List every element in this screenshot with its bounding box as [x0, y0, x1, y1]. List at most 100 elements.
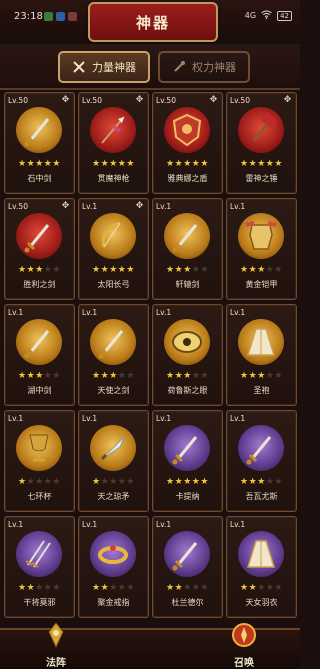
- artifact-card[interactable]: Lv.1 ★★★★★ 卡提纳: [152, 410, 223, 512]
- artifact-name: 贯魔神枪: [97, 174, 130, 183]
- star-empty-icon: ★: [183, 583, 192, 593]
- artifact-orb: [238, 107, 284, 153]
- star-filled-icon: ★: [92, 265, 101, 275]
- star-filled-icon: ★: [100, 583, 110, 593]
- artifact-card[interactable]: Lv.1 ★★★★★ 天女羽衣: [226, 516, 297, 618]
- star-filled-icon: ★: [257, 371, 266, 381]
- artifact-card[interactable]: Lv.50 ✥ ★★★★★ 石中剑: [4, 92, 75, 194]
- star-filled-icon: ★: [109, 371, 118, 381]
- star-rating: ★★★★★: [5, 159, 74, 169]
- artifact-card[interactable]: Lv.1 ★★★★★ 天使之剑: [78, 304, 149, 406]
- artifact-name: 雅典娜之盾: [167, 174, 208, 183]
- network-type: 4G: [244, 11, 257, 20]
- artifact-card[interactable]: Lv.1 ★★★★★ 圣袍: [226, 304, 297, 406]
- star-empty-icon: ★: [52, 265, 61, 275]
- star-filled-icon: ★: [92, 371, 101, 381]
- artifact-level: Lv.1: [156, 414, 172, 423]
- star-filled-icon: ★: [257, 265, 266, 275]
- artifact-card[interactable]: Lv.1 ✥ ★★★★★ 太阳长弓: [78, 198, 149, 300]
- star-empty-icon: ★: [35, 477, 44, 487]
- star-filled-icon: ★: [240, 265, 249, 275]
- app-notification-icon: [68, 12, 77, 21]
- star-rating: ★★★★★: [79, 371, 148, 381]
- tab-label: 权力神器: [192, 61, 236, 74]
- artifact-card[interactable]: Lv.1 ★★★★★ 湖中剑: [4, 304, 75, 406]
- artifact-name: 天女羽衣: [245, 598, 278, 607]
- star-filled-icon: ★: [248, 159, 258, 169]
- artifact-card[interactable]: Lv.1 ★★★★★ 干将莫邪: [4, 516, 75, 618]
- artifact-name: 荷鲁斯之眼: [167, 386, 208, 395]
- star-filled-icon: ★: [35, 371, 44, 381]
- star-rating: ★★★★★: [153, 477, 222, 487]
- star-filled-icon: ★: [92, 159, 101, 169]
- star-filled-icon: ★: [240, 159, 249, 169]
- star-filled-icon: ★: [126, 159, 135, 169]
- artifact-card[interactable]: Lv.1 ★★★★★ 聚金戒指: [78, 516, 149, 618]
- app-notification-icon: [56, 12, 65, 21]
- artifact-orb: [90, 319, 136, 365]
- star-filled-icon: ★: [248, 371, 258, 381]
- sword-icon: [246, 436, 272, 465]
- star-filled-icon: ★: [18, 371, 27, 381]
- artifact-orb: [164, 531, 210, 577]
- star-filled-icon: ★: [248, 583, 258, 593]
- star-filled-icon: ★: [166, 477, 175, 487]
- artifact-name: 胜利之剑: [23, 280, 56, 289]
- artifact-card[interactable]: Lv.50 ✥ ★★★★★ 雷神之锤: [226, 92, 297, 194]
- artifact-card[interactable]: Lv.1 ★★★★★ 轩辕剑: [152, 198, 223, 300]
- app-notification-icon: [44, 12, 53, 21]
- summon-button[interactable]: 召唤: [214, 622, 274, 669]
- artifact-name: 聚金戒指: [97, 598, 130, 607]
- star-empty-icon: ★: [35, 583, 44, 593]
- artifact-card[interactable]: Lv.1 ★★★★★ 杜兰德尔: [152, 516, 223, 618]
- bottom-nav: 法阵 召唤: [0, 622, 300, 669]
- artifact-orb: [238, 213, 284, 259]
- artifact-level: Lv.50: [8, 96, 28, 105]
- cross-swords-icon: [73, 61, 85, 73]
- artifact-level: Lv.50: [230, 96, 250, 105]
- hammer-icon: [252, 112, 277, 142]
- artifact-card[interactable]: Lv.50 ✥ ★★★★★ 贯魔神枪: [78, 92, 149, 194]
- artifact-level: Lv.1: [230, 520, 246, 529]
- star-rating: ★★★★★: [79, 477, 148, 487]
- artifact-name: 七环杯: [27, 492, 52, 501]
- star-filled-icon: ★: [174, 371, 184, 381]
- artifact-level: Lv.50: [8, 202, 28, 211]
- artifact-card[interactable]: Lv.1 ★★★★★ 吾瓦尤斯: [226, 410, 297, 512]
- awaken-badge-icon: ✥: [135, 201, 144, 211]
- star-rating: ★★★★★: [5, 477, 74, 487]
- star-filled-icon: ★: [248, 265, 258, 275]
- notification-icons: [44, 12, 77, 21]
- artifact-card[interactable]: Lv.1 ★★★★★ 七环杯: [4, 410, 75, 512]
- artifact-orb: [16, 319, 62, 365]
- artifact-card[interactable]: Lv.50 ✥ ★★★★★ 胜利之剑: [4, 198, 75, 300]
- artifact-card[interactable]: Lv.1 ★★★★★ 天之琼矛: [78, 410, 149, 512]
- artifact-level: Lv.1: [230, 308, 246, 317]
- star-filled-icon: ★: [35, 265, 44, 275]
- artifact-orb: [16, 531, 62, 577]
- artifact-card[interactable]: Lv.1 ★★★★★ 黄金铠甲: [226, 198, 297, 300]
- star-empty-icon: ★: [200, 583, 209, 593]
- formation-button[interactable]: 法阵: [26, 622, 86, 669]
- awaken-badge-icon: ✥: [61, 95, 70, 105]
- page-title: 神器: [135, 14, 170, 32]
- awaken-badge-icon: ✥: [135, 95, 144, 105]
- star-filled-icon: ★: [183, 371, 192, 381]
- star-empty-icon: ★: [257, 583, 266, 593]
- summon-icon: [232, 623, 256, 647]
- artifact-level: Lv.1: [82, 202, 98, 211]
- artifact-card[interactable]: Lv.50 ✥ ★★★★★ 雅典娜之盾: [152, 92, 223, 194]
- tab-authority-artifacts[interactable]: 权力神器: [158, 51, 250, 83]
- artifact-orb: [90, 425, 136, 471]
- sword-icon: [172, 436, 198, 465]
- star-filled-icon: ★: [174, 159, 184, 169]
- star-empty-icon: ★: [274, 371, 283, 381]
- tab-power-artifacts[interactable]: 力量神器: [58, 51, 150, 83]
- artifact-level: Lv.1: [82, 308, 98, 317]
- artifact-level: Lv.1: [82, 520, 98, 529]
- cup-icon: [29, 434, 49, 462]
- artifact-name: 石中剑: [27, 174, 52, 183]
- artifact-level: Lv.1: [230, 414, 246, 423]
- artifact-card[interactable]: Lv.1 ★★★★★ 荷鲁斯之眼: [152, 304, 223, 406]
- artifact-level: Lv.1: [8, 414, 24, 423]
